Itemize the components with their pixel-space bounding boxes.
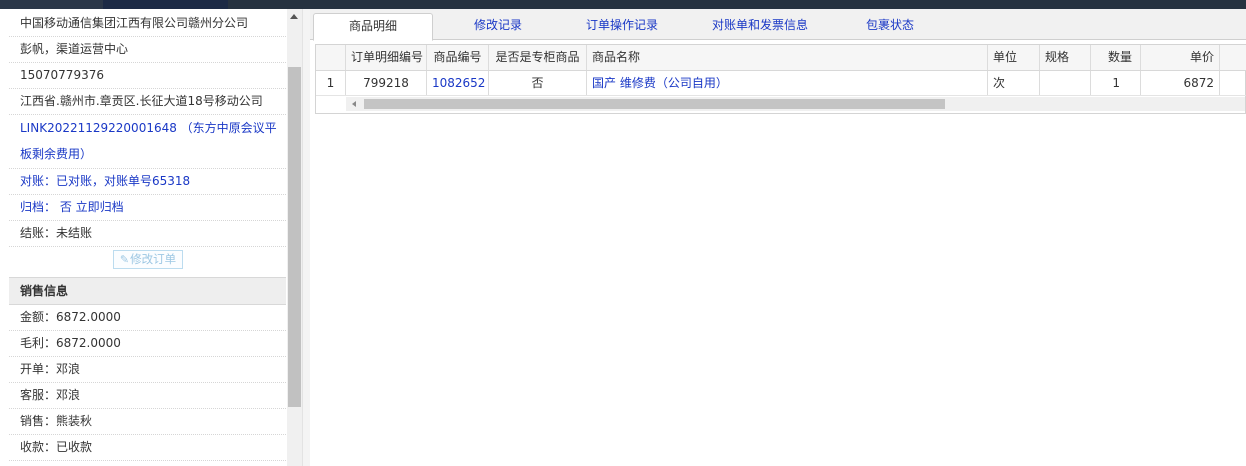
column-header[interactable]: 单价: [1141, 45, 1220, 70]
column-header[interactable]: 数量: [1091, 45, 1141, 70]
detail-id-cell: 799218: [346, 71, 427, 95]
link-order[interactable]: LINK20221129220001648 （东方中原会议平板剩余费用）: [9, 115, 286, 169]
reconcile-status[interactable]: 对账：已对账，对账单号65318: [9, 169, 286, 195]
scrollbar-thumb[interactable]: [288, 67, 301, 407]
archive-status[interactable]: 归档： 否 立即归档: [9, 195, 286, 221]
company-name: 中国移动通信集团江西有限公司赣州分公司: [9, 11, 286, 37]
tab-order-operations[interactable]: 订单操作记录: [562, 13, 682, 40]
customer-service: 客服：邓浪: [9, 383, 286, 409]
sales-amount: 金额：6872.0000: [9, 305, 286, 331]
settle-status: 结账：未结账: [9, 221, 286, 247]
column-header[interactable]: 商品名称: [587, 45, 988, 70]
contact-person: 彭帆，渠道运营中心: [9, 37, 286, 63]
column-header[interactable]: 商品编号: [427, 45, 489, 70]
grid-header: 订单明细编号 商品编号 是否是专柜商品 商品名称 单位 规格 数量 单价: [316, 45, 1246, 71]
tab-reconcile-invoice[interactable]: 对账单和发票信息: [682, 13, 838, 40]
top-bar-segment: [0, 0, 103, 9]
quantity-cell: 1: [1091, 71, 1141, 95]
panel-splitter[interactable]: [302, 9, 310, 466]
salesperson: 销售：熊装秋: [9, 409, 286, 435]
tab-edit-history[interactable]: 修改记录: [438, 13, 558, 40]
column-header[interactable]: 是否是专柜商品: [489, 45, 587, 70]
product-grid: 订单明细编号 商品编号 是否是专柜商品 商品名称 单位 规格 数量 单价 1 7…: [315, 44, 1246, 114]
tab-product-detail[interactable]: 商品明细: [313, 13, 433, 41]
column-header[interactable]: 规格: [1040, 45, 1091, 70]
product-name-link[interactable]: 国产 维修费（公司自用）: [587, 71, 988, 95]
row-number: 1: [316, 71, 346, 95]
address: 江西省.赣州市.章贡区.长征大道18号移动公司: [9, 89, 286, 115]
grid-horizontal-scrollbar[interactable]: [346, 97, 1245, 111]
gross-profit: 毛利：6872.0000: [9, 331, 286, 357]
scroll-left-icon[interactable]: [352, 101, 356, 107]
price-cell: 6872: [1141, 71, 1220, 95]
unit-cell: 次: [988, 71, 1040, 95]
scrollbar-thumb[interactable]: [364, 99, 945, 109]
spec-cell: [1040, 71, 1091, 95]
top-bar: [0, 0, 1246, 9]
sales-info-heading: 销售信息: [9, 277, 286, 305]
left-scrollbar[interactable]: [287, 9, 302, 466]
edit-order-button[interactable]: ✎修改订单: [113, 250, 183, 269]
payment-status: 收款：已收款: [9, 435, 286, 461]
top-bar-segment: [228, 0, 1246, 9]
order-opener: 开单：邓浪: [9, 357, 286, 383]
edit-order-label: 修改订单: [130, 252, 177, 266]
table-row[interactable]: 1 799218 1082652 否 国产 维修费（公司自用） 次 1 6872: [316, 71, 1246, 96]
column-header[interactable]: 单位: [988, 45, 1040, 70]
counter-flag-cell: 否: [489, 71, 587, 95]
edit-icon: ✎: [119, 253, 130, 266]
scroll-up-icon[interactable]: [290, 14, 298, 19]
product-id-link[interactable]: 1082652: [427, 71, 489, 95]
column-header[interactable]: 订单明细编号: [346, 45, 427, 70]
row-number-header: [316, 45, 346, 70]
phone-number: 15070779376: [9, 63, 286, 89]
detail-panel: 商品明细 修改记录 订单操作记录 对账单和发票信息 包裹状态 订单明细编号 商品…: [310, 9, 1246, 466]
order-info-panel: 中国移动通信集团江西有限公司赣州分公司 彭帆，渠道运营中心 1507077937…: [9, 9, 287, 466]
tab-bar: 商品明细 修改记录 订单操作记录 对账单和发票信息 包裹状态: [310, 9, 1246, 41]
top-bar-segment-active: [103, 0, 228, 9]
tab-package-status[interactable]: 包裹状态: [830, 13, 950, 40]
